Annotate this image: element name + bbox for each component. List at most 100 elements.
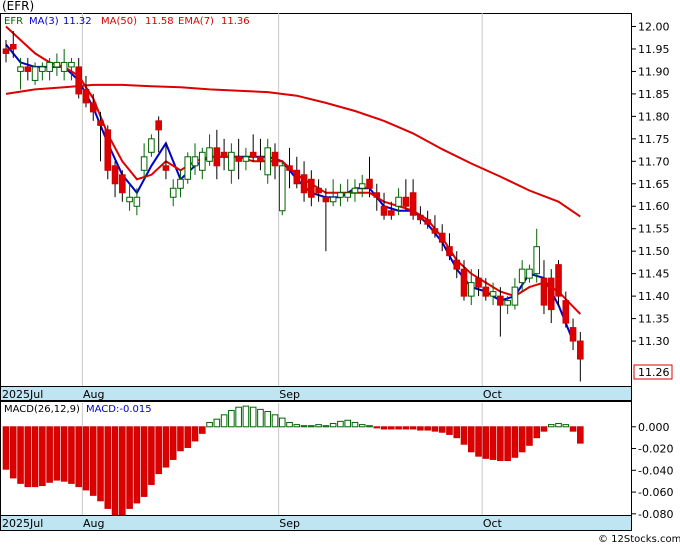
macd-bar bbox=[257, 408, 264, 428]
macd-bar bbox=[140, 426, 148, 497]
candle-body bbox=[417, 214, 424, 221]
candle-body bbox=[482, 286, 490, 297]
macd-bar bbox=[388, 426, 395, 430]
y-tick-label: 11.95 bbox=[638, 43, 670, 56]
price-panel bbox=[0, 13, 632, 401]
macd-bar bbox=[155, 426, 162, 475]
candle-body bbox=[24, 66, 32, 72]
macd-bar bbox=[177, 426, 184, 452]
macd-bar bbox=[409, 426, 417, 430]
candle-body bbox=[337, 192, 344, 198]
candle-body bbox=[278, 165, 286, 212]
y-tick-label: 11.50 bbox=[638, 245, 670, 258]
candle-body bbox=[577, 340, 584, 360]
candle-body bbox=[148, 138, 155, 153]
y-tick-label: 11.80 bbox=[638, 110, 670, 123]
macd-bar bbox=[337, 420, 344, 428]
macd-bar bbox=[467, 426, 475, 453]
macd-bar bbox=[242, 405, 250, 428]
candle-body bbox=[540, 277, 548, 306]
candle-body bbox=[300, 174, 308, 194]
candle-body bbox=[286, 165, 293, 171]
macd-bar bbox=[235, 406, 242, 428]
candle-body bbox=[547, 277, 555, 311]
macd-bar bbox=[53, 426, 61, 481]
candle-body bbox=[2, 48, 10, 54]
macd-x-month-label: Aug bbox=[83, 517, 104, 530]
macd-y-tick-label: -0.020 bbox=[638, 443, 673, 456]
x-month-label: Sep bbox=[279, 388, 300, 401]
macd-bar bbox=[89, 426, 97, 496]
macd-bar bbox=[315, 424, 322, 428]
candle-body bbox=[380, 205, 388, 216]
macd-y-tick-label: 0.000 bbox=[638, 421, 670, 434]
candle-body bbox=[569, 327, 577, 342]
macd-bar bbox=[351, 421, 359, 428]
candle-body bbox=[133, 196, 141, 207]
macd-bar bbox=[453, 426, 461, 439]
macd-bar bbox=[264, 411, 272, 428]
macd-bar bbox=[358, 424, 366, 428]
macd-bar bbox=[278, 417, 286, 428]
y-tick-label: 11.70 bbox=[638, 155, 670, 168]
macd-legend-label: MACD(26,12,9) bbox=[4, 404, 80, 415]
legend-ema7-value: 11.36 bbox=[221, 16, 250, 27]
macd-bar bbox=[293, 424, 301, 428]
macd-y-tick-label: -0.060 bbox=[638, 486, 673, 499]
y-tick-label: 11.65 bbox=[638, 178, 670, 191]
macd-bar bbox=[198, 426, 206, 434]
macd-bar bbox=[344, 419, 351, 428]
candle-body bbox=[526, 268, 533, 279]
candle-body bbox=[9, 43, 17, 50]
macd-bar bbox=[24, 426, 32, 488]
candle-body bbox=[424, 219, 431, 225]
candle-body bbox=[438, 232, 446, 243]
macd-bar bbox=[322, 425, 330, 428]
candle-body bbox=[82, 88, 90, 104]
watermark: © 12Stocks.com bbox=[598, 534, 680, 545]
legend-efr: EFR bbox=[4, 16, 23, 27]
candle-body bbox=[53, 61, 61, 68]
macd-x-month-label: Sep bbox=[279, 517, 300, 530]
candle-body bbox=[504, 300, 511, 306]
candle-body bbox=[562, 300, 570, 324]
candle-body bbox=[119, 174, 126, 194]
macd-bar bbox=[162, 426, 170, 468]
macd-bar bbox=[402, 426, 410, 430]
macd-bar bbox=[75, 426, 83, 488]
y-tick-label: 11.30 bbox=[638, 335, 670, 348]
y-tick-label: 11.40 bbox=[638, 290, 670, 303]
candle-body bbox=[89, 102, 97, 113]
y-tick-label: 11.35 bbox=[638, 313, 670, 326]
macd-bar bbox=[395, 426, 402, 430]
macd-x-month-label: 2025Jul bbox=[2, 517, 43, 530]
candle-body bbox=[155, 120, 162, 131]
candle-body bbox=[31, 66, 39, 81]
candle-body bbox=[308, 178, 315, 198]
candle-body bbox=[497, 295, 504, 306]
macd-bar bbox=[169, 426, 177, 460]
y-tick-label: 11.55 bbox=[638, 223, 670, 236]
macd-bar bbox=[424, 426, 431, 431]
candle-body bbox=[184, 156, 192, 180]
x-month-label: Oct bbox=[483, 388, 503, 401]
candle-body bbox=[249, 151, 257, 158]
candle-body bbox=[191, 156, 199, 167]
macd-bar bbox=[438, 426, 446, 433]
candle-body bbox=[257, 156, 264, 162]
macd-bar bbox=[148, 426, 155, 485]
macd-bar bbox=[482, 426, 490, 459]
candle-body bbox=[329, 196, 337, 203]
macd-x-month-label: Oct bbox=[483, 517, 503, 530]
macd-bar bbox=[504, 426, 511, 462]
macd-bar bbox=[540, 426, 548, 432]
macd-bar bbox=[39, 426, 46, 487]
candle-body bbox=[75, 66, 83, 95]
macd-bar bbox=[184, 426, 192, 448]
macd-legend-value: MACD:-0.015 bbox=[86, 404, 152, 415]
candle-body bbox=[446, 246, 453, 257]
candle-body bbox=[220, 151, 228, 158]
candle-body bbox=[97, 120, 104, 126]
macd-bar bbox=[577, 426, 584, 444]
macd-bar bbox=[526, 426, 533, 446]
